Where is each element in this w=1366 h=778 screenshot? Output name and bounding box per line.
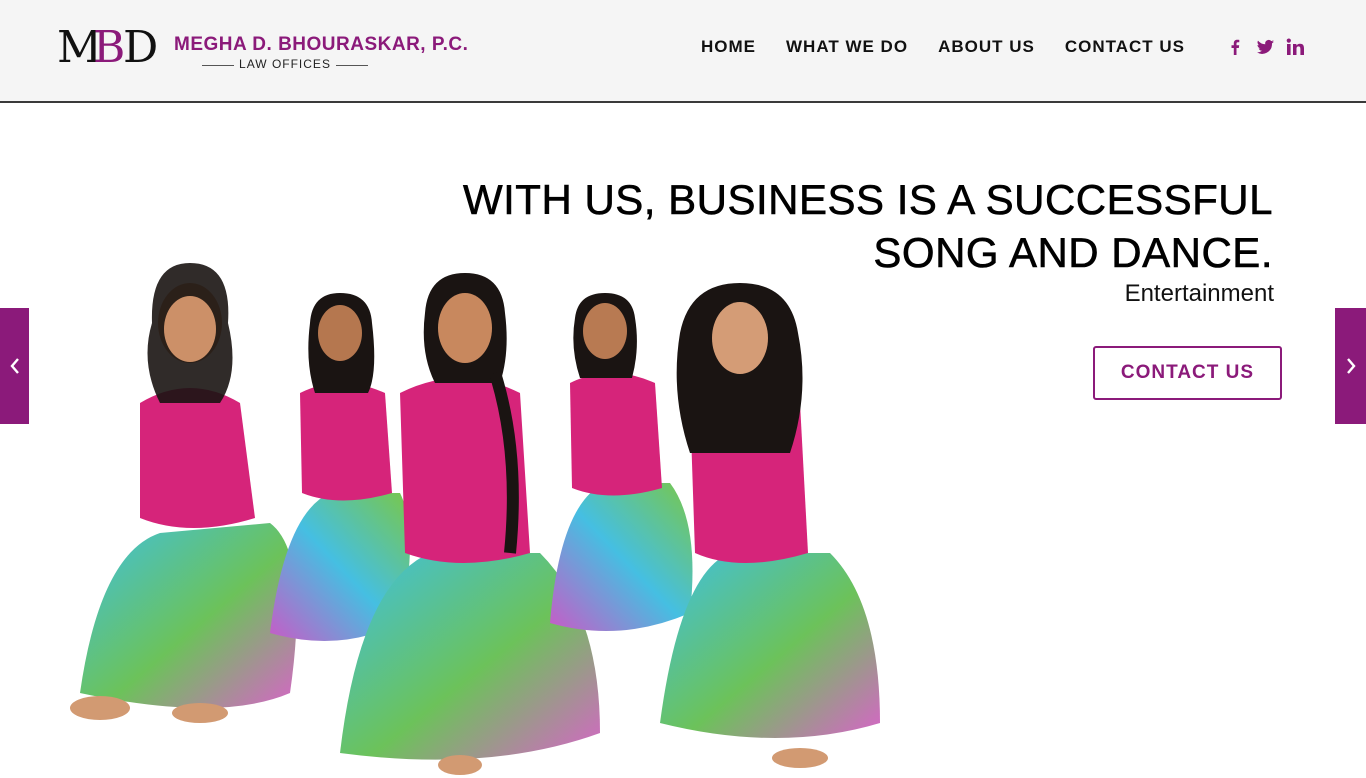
logo-subtitle: LAW OFFICES: [202, 57, 368, 71]
chevron-right-icon: [1346, 358, 1356, 374]
slider-prev-button[interactable]: [0, 308, 29, 424]
logo-mark: M B D: [57, 22, 159, 73]
hero-photo-dancers: [70, 263, 880, 775]
logo-name: MEGHA D. BHOURASKAR, P.C.: [174, 34, 469, 55]
logo[interactable]: M B D MEGHA D. BHOURASKAR, P.C. LAW OFFI…: [57, 22, 468, 78]
hero-headline: WITH US, BUSINESS IS A SUCCESSFUL SONG A…: [453, 173, 1273, 279]
hero-slider: WITH US, BUSINESS IS A SUCCESSFUL SONG A…: [0, 103, 1366, 778]
nav-about-us[interactable]: ABOUT US: [938, 37, 1035, 57]
dancer-5: [660, 283, 880, 768]
dancer-1: [70, 263, 297, 723]
contact-us-button[interactable]: CONTACT US: [1093, 346, 1282, 400]
site-header: M B D MEGHA D. BHOURASKAR, P.C. LAW OFFI…: [0, 0, 1366, 103]
twitter-icon[interactable]: [1254, 36, 1276, 58]
dancer-4: [550, 293, 693, 631]
chevron-left-icon: [9, 358, 19, 374]
facebook-icon[interactable]: [1224, 36, 1246, 58]
hero-tagline: Entertainment: [1124, 280, 1274, 307]
hero-headline-line-1: WITH US, BUSINESS IS A SUCCESSFUL: [462, 176, 1273, 224]
logo-letter-b: B: [93, 22, 126, 73]
logo-letter-d: D: [123, 22, 159, 73]
nav-contact-us[interactable]: CONTACT US: [1065, 37, 1185, 57]
main-nav: HOME WHAT WE DO ABOUT US CONTACT US: [701, 37, 1215, 57]
nav-what-we-do[interactable]: WHAT WE DO: [786, 37, 908, 57]
hero-headline-line-2: SONG AND DANCE.: [873, 229, 1273, 277]
social-links: [1224, 36, 1314, 58]
slider-next-button[interactable]: [1335, 308, 1366, 424]
nav-home[interactable]: HOME: [701, 37, 756, 57]
linkedin-icon[interactable]: [1284, 36, 1306, 58]
